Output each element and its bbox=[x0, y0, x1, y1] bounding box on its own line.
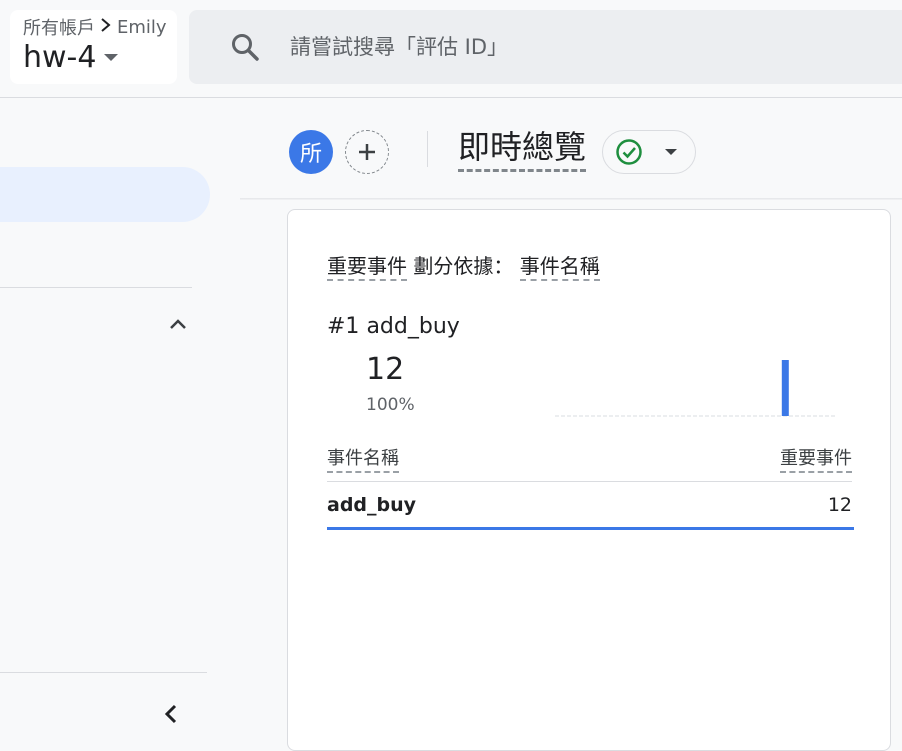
breadcrumb-account[interactable]: Emily bbox=[117, 17, 167, 38]
breadcrumb-root[interactable]: 所有帳戶 bbox=[23, 14, 95, 40]
sidebar-item-active[interactable] bbox=[0, 167, 210, 222]
avatar[interactable]: 所 bbox=[289, 130, 333, 174]
chevron-up-icon[interactable] bbox=[165, 311, 191, 337]
caret-down-icon bbox=[665, 149, 677, 155]
card-heading: 重要事件 劃分依據： 事件名稱 bbox=[327, 250, 600, 281]
dimension-label[interactable]: 事件名稱 bbox=[519, 254, 600, 281]
column-header-event-name[interactable]: 事件名稱 bbox=[327, 444, 399, 473]
property-picker[interactable]: hw-4 bbox=[23, 40, 119, 75]
chevron-left-icon[interactable] bbox=[158, 701, 184, 727]
top-item-title: #1 add_buy bbox=[327, 314, 460, 339]
top-value: 12 bbox=[366, 352, 405, 387]
sparkline-bar bbox=[781, 360, 789, 416]
header-divider bbox=[240, 198, 902, 200]
add-comparison-button[interactable] bbox=[345, 130, 389, 174]
header-separator bbox=[427, 131, 428, 167]
top-name: add_buy bbox=[366, 314, 460, 339]
top-percent: 100% bbox=[366, 395, 415, 415]
chevron-right-icon bbox=[99, 17, 113, 38]
property-name: hw-4 bbox=[23, 40, 97, 75]
table-row-name[interactable]: add_buy bbox=[327, 494, 416, 516]
page-title: 即時總覽 bbox=[458, 126, 587, 172]
sidebar bbox=[0, 98, 210, 734]
search-icon[interactable] bbox=[229, 31, 261, 63]
split-label: 劃分依據： bbox=[413, 254, 514, 278]
key-events-card: 重要事件 劃分依據： 事件名稱 #1 add_buy 12 100% 事件名稱 … bbox=[287, 209, 891, 751]
sidebar-divider bbox=[0, 287, 192, 288]
table-divider bbox=[327, 481, 852, 482]
search-input[interactable]: 請嘗試搜尋「評估 ID」 bbox=[290, 31, 508, 61]
table-row-share-bar bbox=[327, 527, 854, 530]
status-dropdown[interactable] bbox=[602, 130, 696, 174]
table-row-value: 12 bbox=[827, 494, 852, 516]
metric-label[interactable]: 重要事件 bbox=[327, 254, 407, 281]
sparkline-chart bbox=[555, 360, 837, 417]
breadcrumb: 所有帳戶 Emily bbox=[23, 14, 167, 40]
plus-icon bbox=[359, 144, 375, 160]
search-bar[interactable]: 請嘗試搜尋「評估 ID」 bbox=[189, 10, 902, 84]
top-rank: #1 bbox=[327, 314, 360, 339]
check-circle-icon bbox=[616, 139, 642, 165]
account-selector[interactable]: 所有帳戶 Emily hw-4 bbox=[10, 10, 177, 84]
column-header-key-events[interactable]: 重要事件 bbox=[780, 444, 852, 473]
caret-down-icon bbox=[104, 54, 119, 61]
sidebar-divider-bottom bbox=[0, 672, 207, 673]
top-bar: 所有帳戶 Emily hw-4 請嘗試搜尋「評估 ID」 bbox=[0, 0, 902, 98]
